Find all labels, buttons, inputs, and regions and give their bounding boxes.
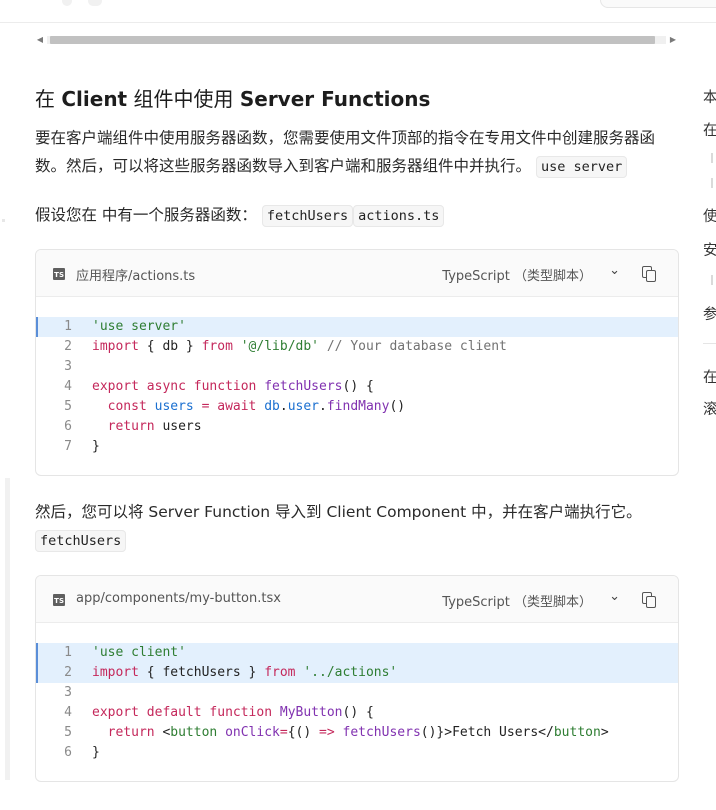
toc-divider [703,343,716,344]
code-block-header: TS 应用程序/actions.ts TypeScript （类型脚本） ⌄ [36,250,678,297]
copy-icon[interactable] [642,266,656,282]
left-edge-scroll-indicator [5,478,10,780]
toc-item[interactable]: 使 [703,205,716,226]
chevron-down-icon[interactable]: ⌄ [609,263,620,278]
paragraph-intro: 要在客户端组件中使用服务器函数，您需要使用文件顶部的指令在专用文件中创建服务器函… [35,124,680,181]
top-bar-icon [62,0,72,6]
line-number: 3 [64,685,72,700]
line-number: 6 [64,745,72,760]
code-line: 7} [36,437,678,457]
code-line: 2 import { fetchUsers } from '../actions' [36,663,678,683]
line-number: 7 [64,439,72,454]
code-text: } [92,745,100,760]
code-text: return <button onClick={() => fetchUsers… [107,725,609,740]
line-number: 6 [64,419,72,434]
top-bar-icon [88,0,102,6]
code-text: 'use client' [92,645,186,660]
language-select[interactable]: TypeScript （类型脚本） [442,265,592,284]
ts-file-icon: TS [53,268,65,280]
inline-code: actions.ts [353,205,445,227]
code-line: 3 [36,683,678,703]
toc-item[interactable]: 在 [703,366,716,387]
line-number: 1 [64,319,72,334]
code-line: 1 'use client' [36,643,678,663]
code-text: import { db } from '@/lib/db' // Your da… [92,339,507,354]
code-line: 2 import { db } from '@/lib/db' // Your d… [36,337,678,357]
top-bar [0,0,716,23]
code-body: 1 'use client' 2 import { fetchUsers } from… [36,623,678,781]
code-filename: 应用程序/actions.ts [76,269,196,284]
code-line: 1 'use server' [36,317,678,337]
scroll-right-arrow-icon[interactable]: ▶ [668,35,678,45]
toc-item[interactable]: 本 [703,86,716,107]
inline-code: use server [535,156,628,178]
toc-marker [711,153,713,163]
line-number: 3 [64,359,72,374]
line-number: 2 [64,665,72,680]
toc-marker [711,275,713,285]
code-text: } [92,439,100,454]
inline-code: fetchUsers [261,205,354,227]
line-number: 2 [64,339,72,354]
code-text: export async function fetchUsers() { [92,379,374,394]
language-select[interactable]: TypeScript （类型脚本） [442,591,592,610]
code-line: 4 export default function MyButton() { [36,703,678,723]
scrollbar-track[interactable] [47,36,666,44]
code-block-header: TS app/components/my-button.tsx TypeScri… [36,576,678,623]
code-block-button: TS app/components/my-button.tsx TypeScri… [35,575,679,782]
code-line: 6 return users [36,417,678,437]
code-line: 5 return <button onClick={() => fetchUse… [36,723,678,743]
line-number: 4 [64,705,72,720]
line-number: 1 [64,645,72,660]
toc-item[interactable]: 参 [703,303,716,324]
search-box[interactable] [600,0,716,8]
code-text: return users [107,419,202,434]
code-filename: app/components/my-button.tsx [76,591,281,606]
code-line: 3 [36,357,678,377]
left-edge-marker [2,219,5,222]
paragraph-client: 然后，您可以将 Server Function 导入到 Client Compo… [35,498,680,555]
code-line: 5 const users = await db.user.findMany() [36,397,678,417]
code-text: const users = await db.user.findMany() [107,399,406,414]
code-line: 4 export async function fetchUsers() { [36,377,678,397]
scroll-left-arrow-icon[interactable]: ◀ [35,35,45,45]
toc-item[interactable]: 安 [703,239,716,260]
line-number: 5 [64,399,72,414]
horizontal-scrollbar[interactable]: ◀ ▶ [35,33,678,47]
line-number: 4 [64,379,72,394]
paragraph-example: 假设您在 中有一个服务器函数： fetchUsers actions.ts [35,201,680,230]
toc-item[interactable]: 在 [703,119,716,140]
code-body: 1 'use server' 2 import { db } from '@/lib/… [36,297,678,475]
ts-file-icon: TS [53,594,65,606]
line-number: 5 [64,725,72,740]
chevron-down-icon[interactable]: ⌄ [609,589,620,604]
toc-item[interactable]: 滚 [703,398,716,419]
inline-code: fetchUsers [35,530,127,552]
code-block-actions: TS 应用程序/actions.ts TypeScript （类型脚本） ⌄ 1… [35,249,679,476]
code-text: export default function MyButton() { [92,705,374,720]
copy-icon[interactable] [642,592,656,608]
code-text: import { fetchUsers } from '../actions' [92,665,398,680]
toc-marker [711,178,713,188]
scrollbar-thumb[interactable] [50,36,655,44]
section-heading: 在 Client 组件中使用 Server Functions [35,87,431,111]
code-line: 6} [36,743,678,763]
code-text: 'use server' [92,319,186,334]
